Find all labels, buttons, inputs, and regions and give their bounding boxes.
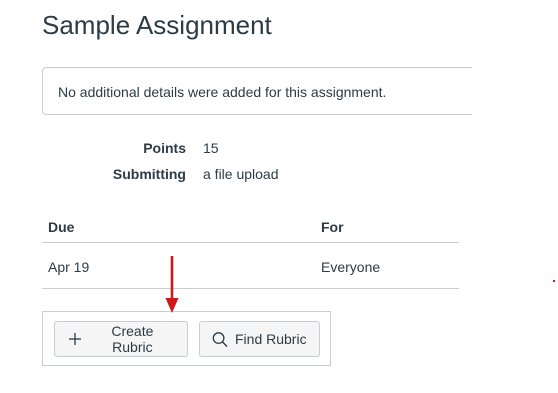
find-rubric-button[interactable]: Find Rubric — [199, 321, 320, 357]
find-rubric-label: Find Rubric — [235, 331, 307, 347]
due-date-cell: Apr 19 — [48, 259, 90, 275]
plus-icon — [67, 331, 83, 347]
details-text: No additional details were added for thi… — [58, 84, 387, 100]
points-label: Points — [143, 140, 186, 156]
page-title: Sample Assignment — [42, 10, 272, 40]
due-dates-table: Due For Apr 19 Everyone — [42, 209, 459, 289]
header-due: Due — [48, 219, 75, 235]
red-dot-mark — [553, 280, 555, 282]
assigned-to-cell: Everyone — [321, 259, 381, 275]
submitting-label: Submitting — [112, 166, 186, 182]
red-arrow-annotation — [165, 256, 179, 313]
header-for: For — [321, 219, 344, 235]
submitting-value: a file upload — [203, 166, 279, 182]
search-icon — [212, 331, 228, 347]
assignment-details-box: No additional details were added for thi… — [42, 67, 472, 115]
table-row: Apr 19 Everyone — [42, 243, 459, 289]
create-rubric-label: Create Rubric — [111, 323, 154, 355]
create-rubric-button[interactable]: Create Rubric — [54, 321, 188, 357]
points-value: 15 — [203, 140, 219, 156]
rubric-actions: Create Rubric Find Rubric — [42, 311, 331, 366]
table-header-row: Due For — [42, 209, 459, 243]
